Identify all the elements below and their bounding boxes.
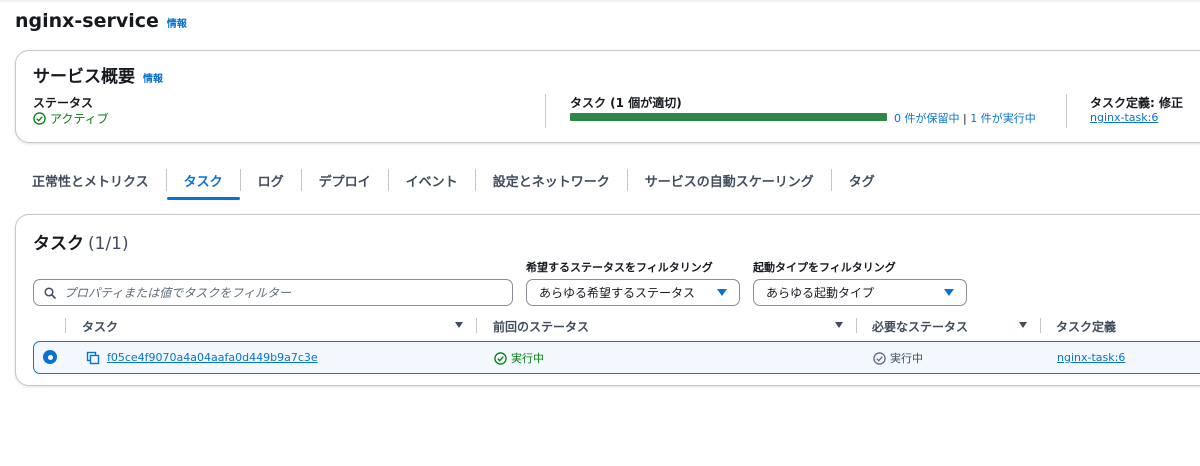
- column-header-task-definition[interactable]: タスク定義: [1056, 318, 1116, 335]
- tab-auto-scaling[interactable]: サービスの自動スケーリング: [628, 160, 831, 200]
- sort-icon[interactable]: [1019, 322, 1027, 328]
- status-value: アクティブ: [33, 110, 109, 127]
- task-progress-fill: [570, 113, 887, 121]
- caret-down-icon: [944, 289, 954, 296]
- tasks-count: (1/1): [88, 234, 129, 254]
- copy-icon[interactable]: [86, 351, 100, 365]
- column-separator: [65, 318, 66, 333]
- column-header-last-status[interactable]: 前回のステータス: [493, 318, 589, 335]
- tab-events[interactable]: イベント: [389, 160, 475, 200]
- launch-type-select[interactable]: あらゆる起動タイプ: [753, 279, 967, 306]
- search-icon: [44, 286, 56, 299]
- overview-heading: サービス概要: [33, 67, 135, 87]
- tab-logs[interactable]: ログ: [241, 160, 301, 200]
- desired-status-cell: 実行中: [873, 350, 923, 366]
- desired-status-select[interactable]: あらゆる希望するステータス: [526, 279, 740, 306]
- column-header-task[interactable]: タスク: [82, 318, 118, 335]
- last-status-cell: 実行中: [494, 350, 544, 366]
- search-placeholder: プロパティまたは値でタスクをフィルター: [64, 286, 292, 300]
- tab-configuration-networking[interactable]: 設定とネットワーク: [476, 160, 627, 200]
- task-definition-link[interactable]: nginx-task:6: [1090, 111, 1158, 124]
- caret-down-icon: [717, 289, 727, 296]
- table-row[interactable]: f05ce4f9070a4a04aafa0d449b9a7c3e 実行中 実行中…: [33, 341, 1200, 374]
- page-info-link[interactable]: 情報: [167, 15, 187, 30]
- tasks-title: タスク: [33, 234, 84, 254]
- sort-icon[interactable]: [835, 322, 843, 328]
- column-divider: [1066, 94, 1067, 128]
- tab-tags[interactable]: タグ: [832, 160, 892, 200]
- desired-status-value: あらゆる希望するステータス: [539, 286, 696, 300]
- task-search-input[interactable]: プロパティまたは値でタスクをフィルター: [33, 279, 513, 306]
- desired-status-text: 実行中: [890, 352, 923, 365]
- column-separator: [856, 318, 857, 333]
- top-bar-shadow: [0, 0, 1200, 3]
- task-id-link[interactable]: f05ce4f9070a4a04aafa0d449b9a7c3e: [107, 351, 318, 364]
- tasks-card: タスク (1/1) プロパティまたは値でタスクをフィルター 希望するステータスをフ…: [15, 214, 1200, 386]
- task-definition-label: タスク定義: 修正: [1090, 96, 1183, 110]
- check-circle-icon: [873, 351, 886, 365]
- tab-deployments[interactable]: デプロイ: [302, 160, 388, 200]
- service-overview-card: サービス概要 情報 ステータス アクティブ タスク (1 個が適切) 0 件が保…: [15, 50, 1200, 143]
- check-circle-icon: [494, 351, 507, 365]
- launch-type-value: あらゆる起動タイプ: [766, 286, 875, 300]
- status-text: アクティブ: [50, 112, 109, 126]
- overview-title: サービス概要 情報: [33, 62, 163, 87]
- table-header: タスク 前回のステータス 必要なステータス タスク定義: [33, 311, 1200, 339]
- last-status-text: 実行中: [511, 352, 544, 365]
- status-label: ステータス: [33, 96, 94, 110]
- service-tabs: 正常性とメトリクス タスク ログ デプロイ イベント 設定とネットワーク サービ…: [15, 160, 1200, 200]
- column-divider: [545, 94, 546, 128]
- pending-count: 0 件が保留中: [894, 112, 960, 125]
- tasks-heading: タスク (1/1): [33, 229, 129, 254]
- row-task-definition-link[interactable]: nginx-task:6: [1057, 351, 1125, 364]
- overview-info-link[interactable]: 情報: [143, 70, 163, 85]
- desired-status-filter-label: 希望するステータスをフィルタリング: [526, 261, 713, 274]
- tasks-label: タスク (1 個が適切): [570, 96, 682, 110]
- launch-type-filter-label: 起動タイプをフィルタリング: [753, 261, 896, 274]
- check-circle-icon: [33, 112, 46, 125]
- page-header: nginx-service 情報: [15, 10, 187, 32]
- tab-health-metrics[interactable]: 正常性とメトリクス: [15, 160, 166, 200]
- count-separator: |: [959, 112, 971, 125]
- column-separator: [476, 318, 477, 333]
- task-counts: 0 件が保留中 | 1 件が実行中: [894, 110, 1036, 126]
- radio-dot: [47, 354, 53, 360]
- running-count: 1 件が実行中: [970, 112, 1036, 125]
- row-radio-selected[interactable]: [43, 350, 57, 364]
- tab-tasks[interactable]: タスク: [166, 160, 240, 200]
- page-title: nginx-service: [15, 10, 159, 32]
- task-progress-bar: [570, 113, 887, 121]
- column-header-desired-status[interactable]: 必要なステータス: [872, 318, 968, 335]
- column-separator: [1040, 318, 1041, 333]
- sort-icon[interactable]: [455, 322, 463, 328]
